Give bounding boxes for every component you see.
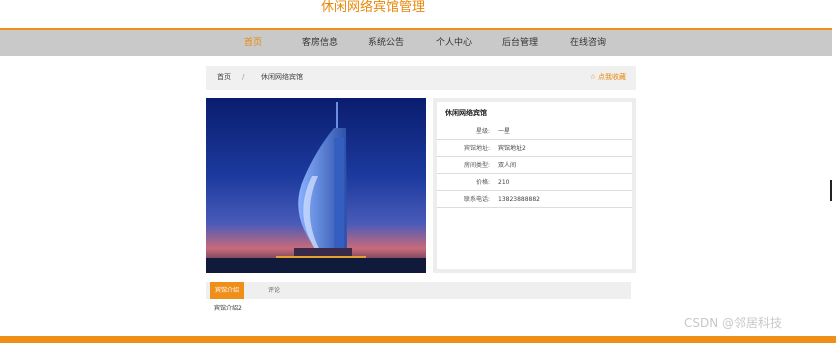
info-label: 宾馆地址:: [463, 145, 490, 152]
hotel-info-card: 休闲网络宾馆 星级: 一星 宾馆地址: 宾馆地址2 房间类型: 双人间 价格: …: [437, 102, 632, 269]
info-label: 联系电话:: [463, 196, 490, 203]
detail-tabs: 宾馆介绍 评论: [206, 282, 631, 299]
star-icon: ☆: [589, 73, 596, 81]
breadcrumb-current: 休闲网络宾馆: [261, 73, 303, 81]
info-row-room-type: 房间类型: 双人间: [437, 157, 632, 174]
info-row-price: 价格: 210: [437, 174, 632, 191]
scrollbar-thumb[interactable]: [830, 180, 832, 201]
info-value: 双人间: [498, 162, 517, 169]
info-value: 210: [498, 179, 510, 186]
info-row-star: 星级: 一星: [437, 123, 632, 140]
hotel-photo: [206, 98, 426, 273]
favorite-label: 点我收藏: [598, 73, 626, 81]
info-value: 13823888882: [498, 196, 540, 203]
watermark: CSDN @邻居科技: [684, 316, 783, 330]
page: 休闲网络宾馆管理 首页 客房信息 系统公告 个人中心 后台管理 在线咨询 首页 …: [0, 0, 836, 343]
tab-introduction[interactable]: 宾馆介绍: [210, 282, 244, 299]
breadcrumb-home[interactable]: 首页: [217, 73, 231, 82]
hotel-info-panel: 休闲网络宾馆 星级: 一星 宾馆地址: 宾馆地址2 房间类型: 双人间 价格: …: [433, 98, 636, 273]
info-row-phone: 联系电话: 13823888882: [437, 191, 632, 208]
info-value: 宾馆地址2: [498, 145, 526, 152]
nav-item-profile[interactable]: 个人中心: [436, 37, 472, 49]
hotel-name: 休闲网络宾馆: [445, 109, 487, 117]
favorite-button[interactable]: ☆ 点我收藏: [590, 73, 626, 82]
nav-item-home[interactable]: 首页: [244, 37, 262, 49]
info-label: 星级:: [475, 128, 490, 135]
nav-item-rooms[interactable]: 客房信息: [302, 37, 338, 49]
site-title: 休闲网络宾馆管理: [321, 0, 426, 15]
breadcrumb-separator: /: [242, 73, 245, 81]
info-label: 价格:: [475, 179, 490, 186]
info-value: 一星: [498, 128, 511, 135]
breadcrumb: 首页 / 休闲网络宾馆 ☆ 点我收藏: [206, 66, 636, 90]
tab-comments[interactable]: 评论: [260, 282, 288, 299]
footer-bar: [0, 336, 836, 343]
tab-content: 宾馆介绍2: [214, 305, 242, 312]
nav-item-admin[interactable]: 后台管理: [502, 37, 538, 49]
main-nav: 首页 客房信息 系统公告 个人中心 后台管理 在线咨询: [0, 30, 832, 56]
nav-item-announcements[interactable]: 系统公告: [368, 37, 404, 49]
nav-item-consult[interactable]: 在线咨询: [570, 37, 606, 49]
info-row-address: 宾馆地址: 宾馆地址2: [437, 140, 632, 157]
info-label: 房间类型:: [463, 162, 490, 169]
